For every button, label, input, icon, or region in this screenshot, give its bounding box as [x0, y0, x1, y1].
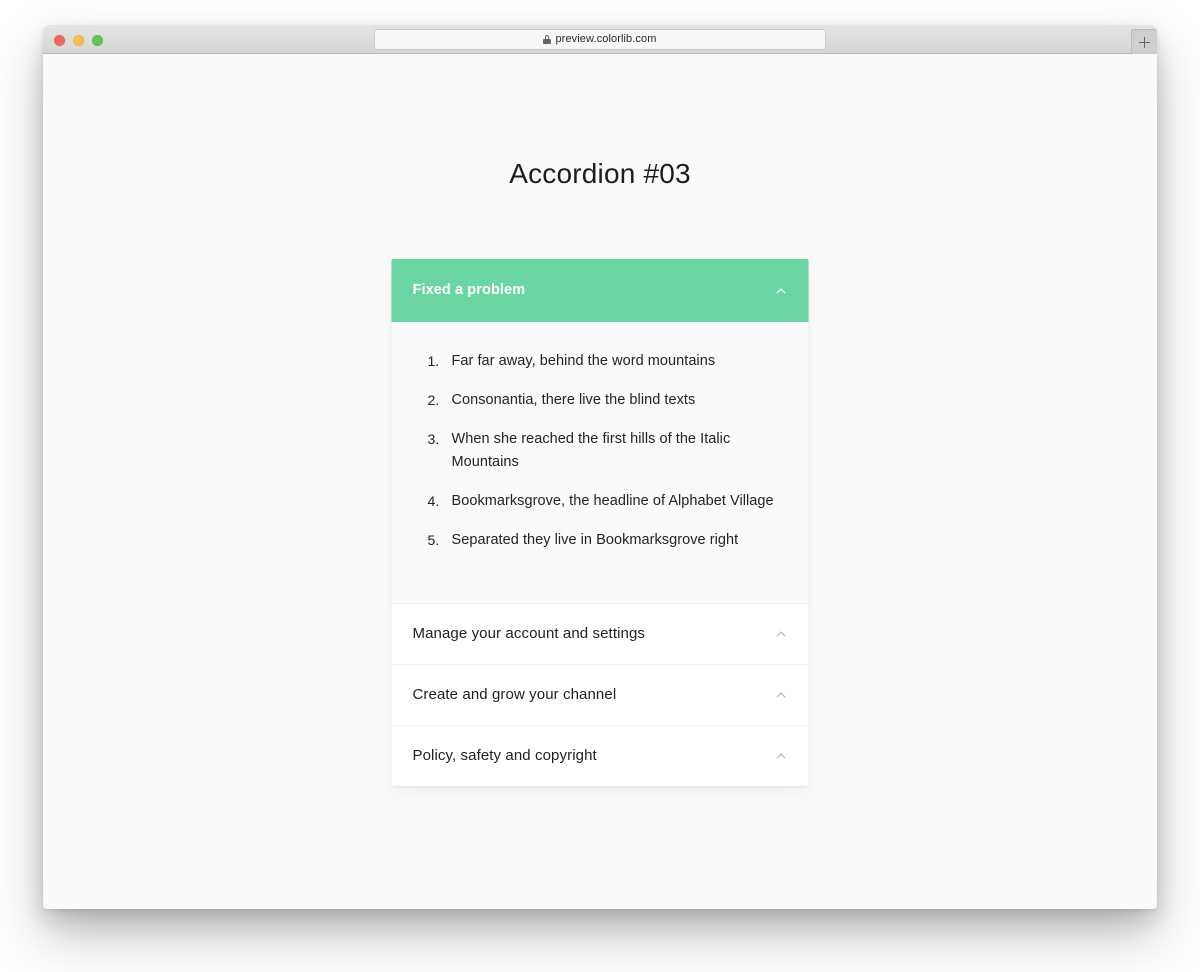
- accordion: Fixed a problem Far far away, behind the…: [391, 259, 809, 787]
- browser-window: preview.colorlib.com Accordion #03 Fixed…: [43, 25, 1157, 909]
- accordion-header-create-and-grow-your-channel[interactable]: Create and grow your channel: [391, 665, 809, 726]
- accordion-panel: Far far away, behind the word mountains …: [391, 322, 809, 604]
- list-item: Bookmarksgrove, the headline of Alphabet…: [428, 490, 774, 512]
- list-item: Separated they live in Bookmarksgrove ri…: [428, 529, 739, 551]
- accordion-item: Fixed a problem Far far away, behind the…: [391, 259, 809, 604]
- accordion-header-manage-your-account-and-settings[interactable]: Manage your account and settings: [391, 604, 809, 665]
- chevron-up-icon[interactable]: [775, 689, 788, 702]
- accordion-header-fixed-a-problem[interactable]: Fixed a problem: [391, 259, 809, 322]
- accordion-panel-list: Far far away, behind the word mountains …: [392, 350, 809, 551]
- plus-icon: [1139, 36, 1150, 48]
- accordion-item: Create and grow your channel: [391, 664, 809, 726]
- window-controls: [54, 35, 103, 46]
- page-title: Accordion #03: [509, 158, 691, 189]
- accordion-header-policy-safety-and-copyright[interactable]: Policy, safety and copyright: [391, 726, 809, 787]
- accordion-header-label: Create and grow your channel: [412, 686, 617, 704]
- lock-icon: [543, 35, 552, 44]
- browser-titlebar: preview.colorlib.com: [43, 25, 1157, 54]
- minimize-window-button[interactable]: [73, 35, 84, 46]
- zoom-window-button[interactable]: [92, 35, 103, 46]
- new-tab-button[interactable]: [1131, 29, 1157, 54]
- list-item: Far far away, behind the word mountains: [428, 350, 716, 372]
- chevron-up-icon[interactable]: [775, 284, 788, 297]
- address-bar[interactable]: preview.colorlib.com: [374, 29, 826, 50]
- chevron-up-icon[interactable]: [775, 750, 788, 763]
- accordion-item: Manage your account and settings: [391, 603, 809, 665]
- address-bar-url: preview.colorlib.com: [555, 33, 657, 45]
- close-window-button[interactable]: [54, 35, 65, 46]
- accordion-header-label: Fixed a problem: [412, 281, 526, 298]
- accordion-item: Policy, safety and copyright: [391, 725, 809, 787]
- chevron-up-icon[interactable]: [775, 628, 788, 641]
- list-item: Consonantia, there live the blind texts: [428, 389, 696, 411]
- list-item: When she reached the first hills of the …: [428, 428, 731, 470]
- accordion-header-label: Manage your account and settings: [412, 625, 646, 643]
- accordion-header-label: Policy, safety and copyright: [412, 747, 597, 765]
- page-viewport: Accordion #03 Fixed a problem Far far aw…: [43, 54, 1157, 908]
